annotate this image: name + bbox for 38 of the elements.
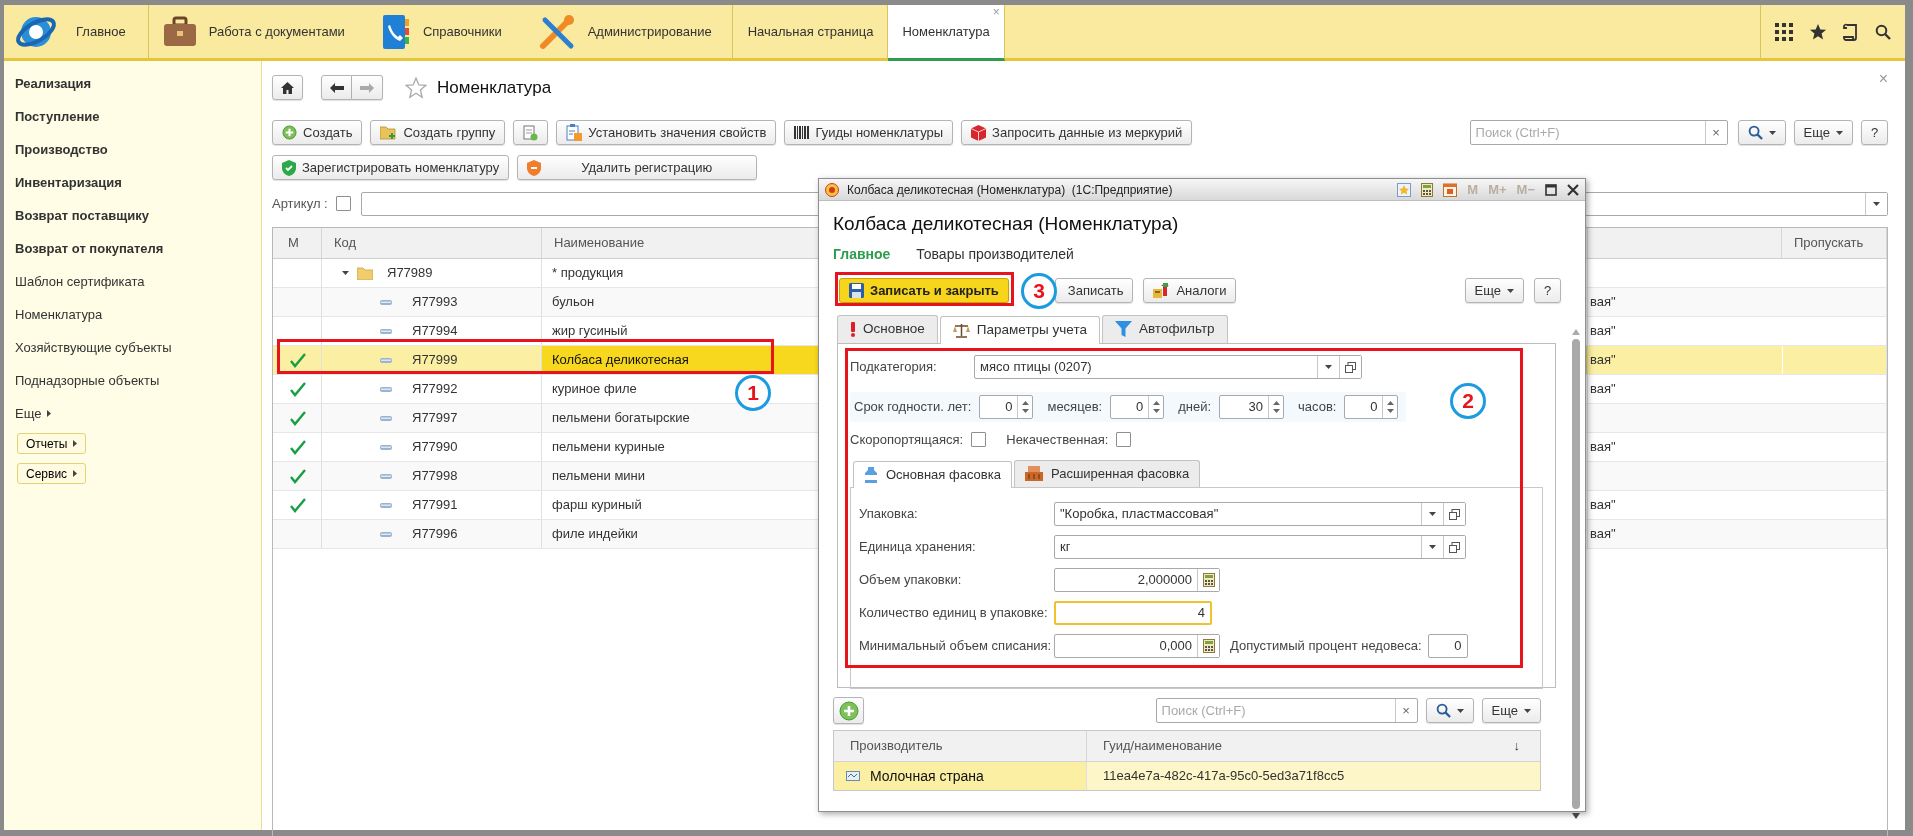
page-title: Номенклатура	[437, 76, 552, 99]
sort-indicator: ↓	[1513, 737, 1520, 756]
field-label: Скоропортящаяся:	[850, 431, 964, 449]
item-code: Я77994	[412, 322, 458, 341]
field-label: Допустимый процент недовеса:	[1230, 637, 1422, 656]
form-heading: Колбаса деликотесная (Номенклатура)	[833, 212, 1180, 236]
field-label: Минимальный объем списания:	[859, 637, 1053, 656]
table-cell-text: вая"	[1590, 351, 1616, 370]
column-header: Пропускать	[1794, 234, 1864, 253]
field-label: Некачественная:	[1006, 431, 1109, 449]
item-code: Я77990	[412, 438, 458, 457]
item-code: Я77996	[412, 525, 458, 544]
table-cell-text: вая"	[1590, 525, 1616, 544]
column-header: Код	[334, 234, 357, 253]
item-code: Я77993	[412, 293, 458, 312]
table-cell-text: вая"	[1590, 438, 1616, 457]
column-header: Производитель	[850, 737, 943, 756]
field-label: Подкатегория:	[850, 358, 938, 377]
item-code: Я77991	[412, 496, 458, 515]
field-label: Объем упаковки:	[859, 571, 963, 590]
item-code: Я77999	[412, 351, 458, 370]
table-cell-text: Молочная страна	[870, 766, 984, 786]
field-label: Артикул :	[272, 194, 328, 213]
table-cell-text: вая"	[1590, 380, 1616, 399]
field-label: Количество единиц в упаковке:	[859, 604, 1049, 623]
item-code: Я77992	[412, 380, 458, 399]
column-header: Наименование	[554, 234, 645, 253]
item-code: Я77989	[387, 264, 433, 283]
table-cell-text: 11ea4e7a-482c-417a-95c0-5ed3a71f8cc5	[1102, 767, 1346, 786]
window-title: Колбаса деликотесная (Номенклатура) (1С:Предприятие)	[847, 181, 1173, 199]
table-cell-text: вая"	[1590, 496, 1616, 515]
column-header: М	[288, 234, 299, 253]
table-cell-text: вая"	[1590, 293, 1616, 312]
column-header: Гуид/наименование	[1103, 737, 1223, 756]
table-cell-text: вая"	[1590, 322, 1616, 341]
item-code: Я77997	[412, 409, 458, 428]
item-code: Я77998	[412, 467, 458, 486]
callout-number: 1	[735, 375, 771, 411]
